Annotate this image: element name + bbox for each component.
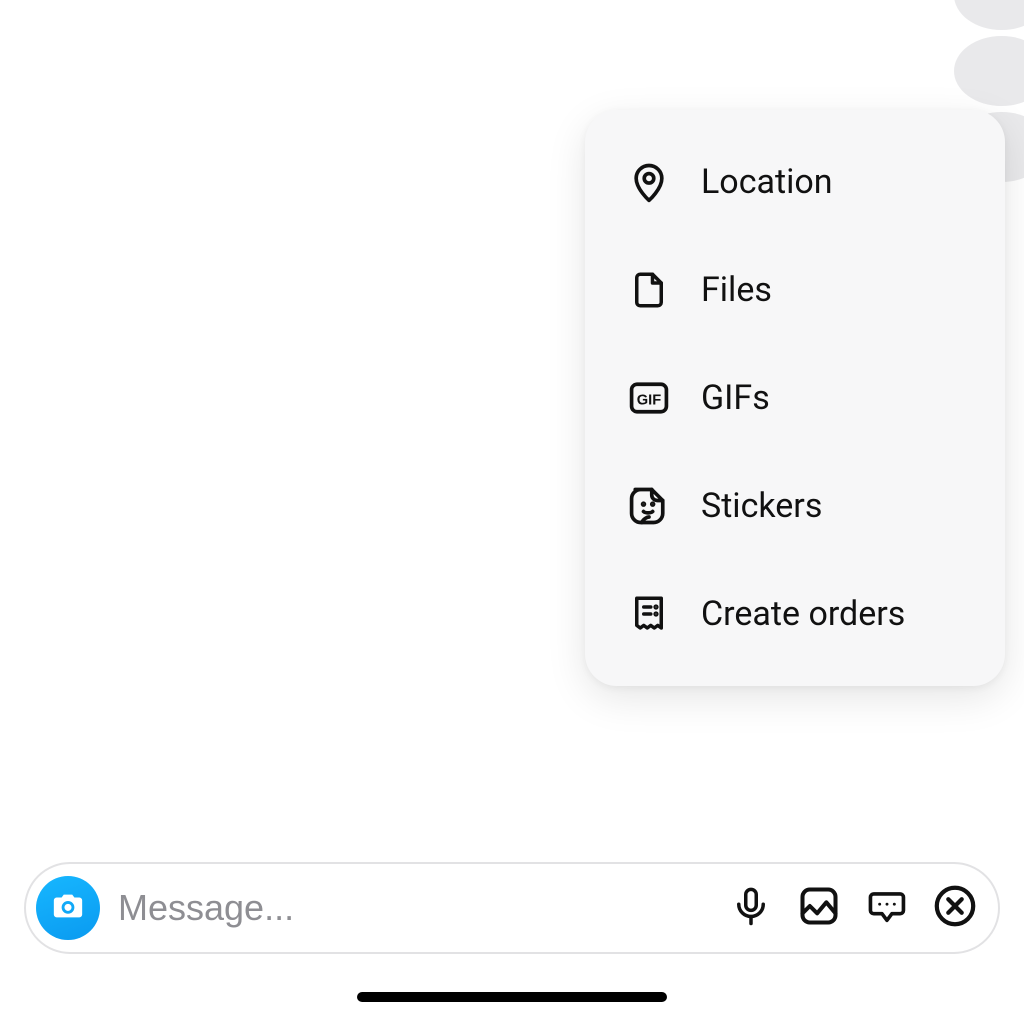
file-icon [625, 266, 673, 314]
menu-item-label: Create orders [701, 594, 905, 634]
sticker-icon [625, 482, 673, 530]
message-composer [24, 862, 1000, 954]
more-button[interactable] [862, 883, 912, 933]
receipt-icon [625, 590, 673, 638]
camera-icon [51, 889, 85, 927]
menu-item-label: Stickers [701, 486, 822, 526]
chat-more-icon [865, 884, 909, 932]
close-icon [932, 883, 978, 933]
camera-button[interactable] [36, 876, 100, 940]
menu-item-label: Location [701, 162, 833, 202]
close-button[interactable] [930, 883, 980, 933]
bg-bubble [954, 36, 1024, 106]
menu-item-label: Files [701, 270, 772, 310]
menu-item-label: GIFs [701, 378, 770, 418]
menu-item-files[interactable]: Files [585, 236, 1005, 344]
microphone-icon [730, 885, 772, 931]
menu-item-create-orders[interactable]: Create orders [585, 560, 1005, 668]
svg-text:GIF: GIF [637, 392, 661, 408]
home-indicator[interactable] [357, 992, 667, 1002]
attachment-menu: Location Files GIF GIFs [585, 110, 1005, 686]
menu-item-stickers[interactable]: Stickers [585, 452, 1005, 560]
gallery-button[interactable] [794, 883, 844, 933]
location-pin-icon [625, 158, 673, 206]
voice-button[interactable] [726, 883, 776, 933]
gif-icon: GIF [625, 374, 673, 422]
bg-bubble [954, 0, 1024, 30]
menu-item-gifs[interactable]: GIF GIFs [585, 344, 1005, 452]
image-icon [797, 884, 841, 932]
message-input[interactable] [118, 887, 708, 929]
menu-item-location[interactable]: Location [585, 128, 1005, 236]
